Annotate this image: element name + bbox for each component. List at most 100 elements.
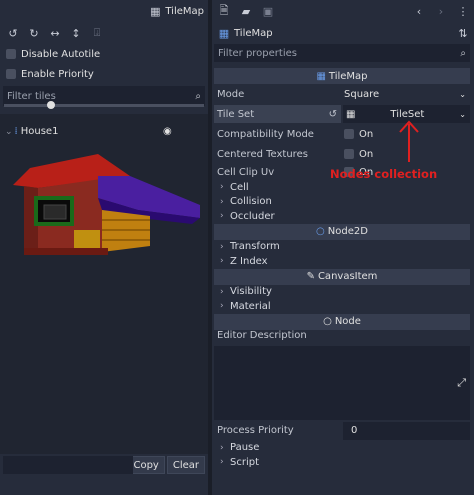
tileset-label-cell: Tile Set ↺ [214,105,341,123]
group-collision[interactable]: › Collision [214,195,470,210]
tile-name: House1 [20,126,59,137]
section-node: ○ Node [214,313,470,330]
group-occluder-label: Occluder [230,210,275,222]
group-cell[interactable]: › Cell [214,180,470,195]
tile-list: ⌄ ⁞ House1 ◉ [0,114,208,454]
visibility-eye-icon[interactable]: ◉ [163,126,172,137]
filter-tiles-placeholder: Filter tiles [7,90,56,102]
centered-checkbox[interactable] [344,149,354,159]
expand-icon[interactable]: ⤢ [457,376,466,390]
enable-priority-option[interactable]: Enable Priority [0,64,208,84]
left-panel-title: TileMap [165,5,204,17]
centered-textures-property: Centered Textures On [214,144,470,164]
section-node-label: Node [334,316,361,327]
group-script[interactable]: › Script [214,455,470,470]
zoom-slider-handle[interactable] [47,101,55,109]
tilemap-section-icon: ▦ [316,70,326,82]
flip-horizontal-icon[interactable]: ↔ [48,26,62,40]
flip-vertical-icon[interactable]: ↕ [69,26,83,40]
compat-value: On [359,128,374,140]
chevron-right-icon: › [220,211,224,222]
mode-value: Square [344,88,380,100]
clip-label: Cell Clip Uv [217,166,275,178]
new-resource-icon[interactable]: 🗎 [217,4,231,18]
section-tilemap-label: TileMap [328,70,368,82]
filter-properties-placeholder: Filter properties [218,47,297,59]
filter-properties-input[interactable]: Filter properties ⌕ [214,44,470,62]
mode-dropdown[interactable]: Square ⌄ [341,89,470,100]
chevron-right-icon: › [220,457,224,468]
disable-autotile-checkbox[interactable] [6,49,16,59]
chevron-right-icon: › [220,182,224,193]
tileset-property: Tile Set ↺ ▦ TileSet ⌄ [214,104,470,124]
group-pause[interactable]: › Pause [214,441,470,456]
tile-item-house1[interactable]: ⌄ ⁞ House1 [5,126,58,137]
chevron-down-icon: ⌄ [459,89,466,99]
group-transform-label: Transform [230,241,280,253]
tile-status-field [3,456,133,474]
enable-priority-checkbox[interactable] [6,69,16,79]
copy-button[interactable]: Copy [127,456,165,474]
chevron-right-icon: › [220,286,224,297]
tileset-label: Tile Set [217,108,255,120]
chevron-right-icon: › [220,241,224,252]
history-forward-icon[interactable]: › [434,4,448,18]
annotation-text: Nodes collection [330,167,438,181]
chevron-right-icon: › [220,256,224,267]
group-occluder[interactable]: › Occluder [214,209,470,224]
search-icon: ⌕ [195,90,201,102]
left-footer: Copy Clear [0,454,208,476]
revert-icon[interactable]: ↺ [329,109,337,120]
house-tile-preview[interactable] [10,150,205,265]
group-z-index[interactable]: › Z Index [214,254,470,269]
centered-label: Centered Textures [217,148,308,160]
tool-toolbar: ↺ ↻ ↔ ↕ ⍗ [0,22,208,44]
clear-transform-icon[interactable]: ⍗ [90,26,104,40]
chevron-right-icon: › [220,196,224,207]
inspector-panel: 🗎 ▰ ▣ ‹ › ⋮ ▦ TileMap ⇅ Filter propertie… [212,0,474,495]
compat-checkbox[interactable] [344,129,354,139]
node-icon: ○ [323,316,332,327]
chevron-down-icon: ⌄ [459,109,466,119]
collapse-icon[interactable]: ⌄ [5,127,13,137]
filter-tiles-input[interactable]: Filter tiles ⌕ [3,86,205,106]
group-cell-label: Cell [230,181,249,193]
rotate-right-icon[interactable]: ↻ [27,26,41,40]
left-panel-header: ▦ TileMap [0,0,208,22]
group-script-label: Script [230,456,260,468]
editor-description-textarea[interactable]: ⤢ [214,345,470,420]
group-transform[interactable]: › Transform [214,240,470,255]
inspected-node-name: TileMap [234,27,273,39]
tilemap-node-icon: ▦ [218,26,230,40]
chevron-right-icon: › [220,442,224,453]
compat-label: Compatibility Mode [217,128,314,140]
inspected-node-header: ▦ TileMap ⇅ [212,22,474,44]
group-visibility[interactable]: › Visibility [214,285,470,300]
clear-button[interactable]: Clear [166,456,205,474]
compatibility-mode-property: Compatibility Mode On [214,124,470,144]
process-priority-property: Process Priority 0 [214,421,470,441]
rotate-left-icon[interactable]: ↺ [6,26,20,40]
canvasitem-icon: ✎ [306,271,315,282]
zoom-slider[interactable] [4,101,204,109]
priority-label: Process Priority [217,425,294,436]
object-properties-icon[interactable]: ⇅ [456,26,470,40]
section-canvasitem: ✎ CanvasItem [214,268,470,285]
disable-autotile-label: Disable Autotile [21,48,101,60]
save-icon[interactable]: ▣ [261,4,275,18]
group-collision-label: Collision [230,196,272,208]
mode-property: Mode Square ⌄ [214,84,470,104]
priority-spinbox[interactable]: 0 [343,421,470,440]
search-icon: ⌕ [460,47,466,59]
open-folder-icon[interactable]: ▰ [239,4,253,18]
editor-description-label: Editor Description [217,329,307,341]
priority-value: 0 [351,425,358,436]
history-back-icon[interactable]: ‹ [412,4,426,18]
chevron-right-icon: › [220,301,224,312]
property-list: ▦ TileMap Mode Square ⌄ Tile Set ↺ ▦ Til… [214,68,470,470]
history-menu-icon[interactable]: ⋮ [456,4,470,18]
group-material[interactable]: › Material [214,299,470,314]
group-pause-label: Pause [230,442,260,454]
annotation-arrow [399,120,419,162]
disable-autotile-option[interactable]: Disable Autotile [0,44,208,64]
